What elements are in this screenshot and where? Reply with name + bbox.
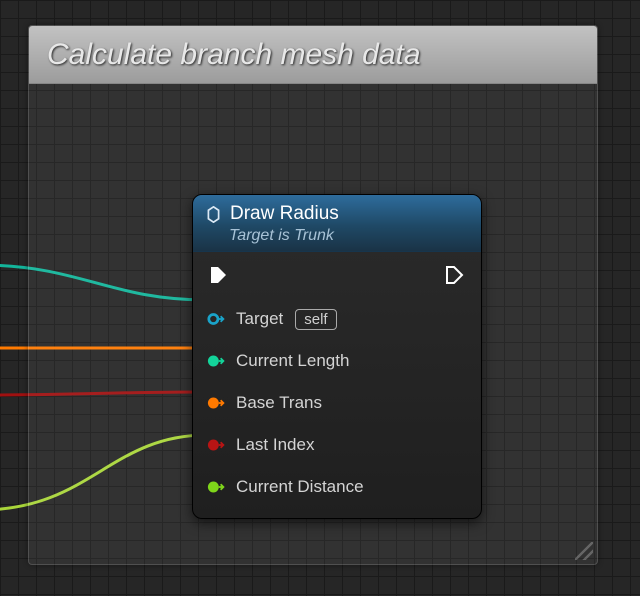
pin-icon-transform[interactable]	[207, 395, 227, 411]
pin-base-trans[interactable]: Base Trans	[207, 392, 467, 414]
resize-grip-icon[interactable]	[575, 542, 593, 560]
node-subtitle: Target is Trunk	[229, 227, 469, 245]
node-title: Draw Radius	[230, 203, 339, 225]
comment-box[interactable]: Calculate branch mesh data Draw Radius T…	[28, 25, 598, 565]
comment-body[interactable]: Draw Radius Target is Trunk	[29, 84, 597, 564]
comment-title: Calculate branch mesh data	[47, 38, 421, 72]
self-default-box[interactable]: self	[295, 309, 336, 330]
pin-icon-float[interactable]	[207, 353, 227, 369]
function-icon	[205, 206, 222, 223]
exec-pin-out[interactable]	[445, 264, 465, 286]
pin-last-index[interactable]: Last Index	[207, 434, 467, 456]
pin-target[interactable]: Target self	[207, 308, 467, 330]
pin-label: Current Distance	[236, 477, 364, 497]
comment-title-bar[interactable]: Calculate branch mesh data	[29, 26, 597, 84]
function-node[interactable]: Draw Radius Target is Trunk	[192, 194, 482, 519]
pin-label: Target	[236, 309, 283, 329]
pin-label: Current Length	[236, 351, 349, 371]
pin-icon-object[interactable]	[207, 311, 227, 327]
node-header[interactable]: Draw Radius Target is Trunk	[193, 195, 481, 252]
exec-pin-in[interactable]	[209, 264, 229, 286]
pin-label: Base Trans	[236, 393, 322, 413]
node-body: Target self Current Length	[193, 252, 481, 518]
pin-current-distance[interactable]: Current Distance	[207, 476, 467, 498]
pin-icon-float[interactable]	[207, 479, 227, 495]
pin-icon-int[interactable]	[207, 437, 227, 453]
pin-label: Last Index	[236, 435, 314, 455]
pin-current-length[interactable]: Current Length	[207, 350, 467, 372]
